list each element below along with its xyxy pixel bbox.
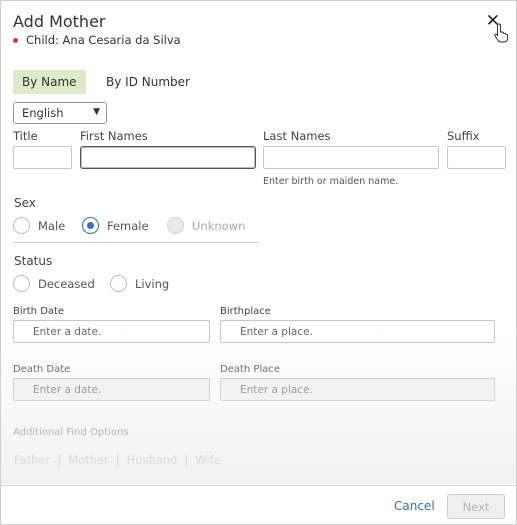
last-names-hint: Enter birth or maiden name. [263, 176, 399, 187]
status-radio-living[interactable]: Living [110, 275, 169, 292]
suffix-label: Suffix [447, 129, 480, 143]
radio-circle-selected [82, 217, 99, 234]
language-select[interactable]: English ▼ [13, 102, 107, 124]
sex-option-label: Female [107, 218, 149, 233]
birth-date-label: Birth Date [13, 306, 65, 317]
link-separator: | [184, 453, 189, 467]
radio-circle [110, 275, 127, 292]
divider [13, 242, 259, 243]
language-select-value: English [22, 106, 64, 120]
sex-option-label: Male [38, 218, 66, 233]
next-button[interactable]: Next [447, 494, 505, 519]
footer-divider [1, 485, 516, 486]
radio-circle [13, 217, 30, 234]
status-option-label: Deceased [38, 276, 95, 291]
find-link-wife[interactable]: Wife [195, 453, 220, 467]
find-options-heading: Additional Find Options [13, 427, 129, 438]
chevron-down-icon: ▼ [93, 107, 100, 117]
status-heading: Status [14, 254, 53, 268]
dialog-title: Add Mother [13, 12, 106, 31]
birth-date-input[interactable]: Enter a date. [13, 320, 210, 343]
sex-radio-female[interactable]: Female [82, 217, 149, 234]
hand-cursor-icon [494, 23, 508, 43]
find-options-links: Father | Mother | Husband | Wife [14, 453, 221, 467]
sex-radio-male[interactable]: Male [13, 217, 65, 234]
sex-heading: Sex [14, 196, 36, 210]
child-dot-icon [13, 37, 18, 43]
sex-option-label: Unknown [192, 218, 246, 233]
find-link-mother[interactable]: Mother [68, 453, 109, 467]
status-option-label: Living [135, 276, 170, 291]
death-place-label: Death Place [220, 364, 281, 375]
status-radio-deceased[interactable]: Deceased [13, 275, 95, 292]
radio-circle-disabled [167, 217, 184, 234]
death-place-input[interactable]: Enter a place. [220, 378, 495, 401]
radio-circle [13, 275, 30, 292]
child-label: Child: Ana Cesaria da Silva [26, 33, 181, 47]
link-separator: | [57, 453, 62, 467]
title-input[interactable] [13, 146, 72, 169]
link-separator: | [115, 453, 120, 467]
birthplace-label: Birthplace [220, 306, 271, 317]
birthplace-input[interactable]: Enter a place. [220, 320, 495, 343]
add-mother-dialog: Add Mother Child: Ana Cesaria da Silva ✕… [0, 0, 517, 525]
last-names-label: Last Names [263, 129, 331, 143]
tab-by-name[interactable]: By Name [13, 70, 86, 94]
first-names-label: First Names [80, 129, 148, 143]
first-names-input[interactable] [80, 146, 256, 169]
child-info: Child: Ana Cesaria da Silva [13, 33, 181, 47]
title-label: Title [13, 129, 38, 143]
death-date-label: Death Date [13, 364, 71, 375]
tab-by-id-number[interactable]: By ID Number [97, 70, 199, 94]
find-link-father[interactable]: Father [14, 453, 50, 467]
death-date-input[interactable]: Enter a date. [13, 378, 210, 401]
last-names-input[interactable] [263, 146, 439, 169]
suffix-input[interactable] [447, 146, 506, 169]
find-link-husband[interactable]: Husband [127, 453, 178, 467]
sex-radio-unknown: Unknown [167, 217, 245, 234]
cancel-button[interactable]: Cancel [394, 499, 435, 513]
